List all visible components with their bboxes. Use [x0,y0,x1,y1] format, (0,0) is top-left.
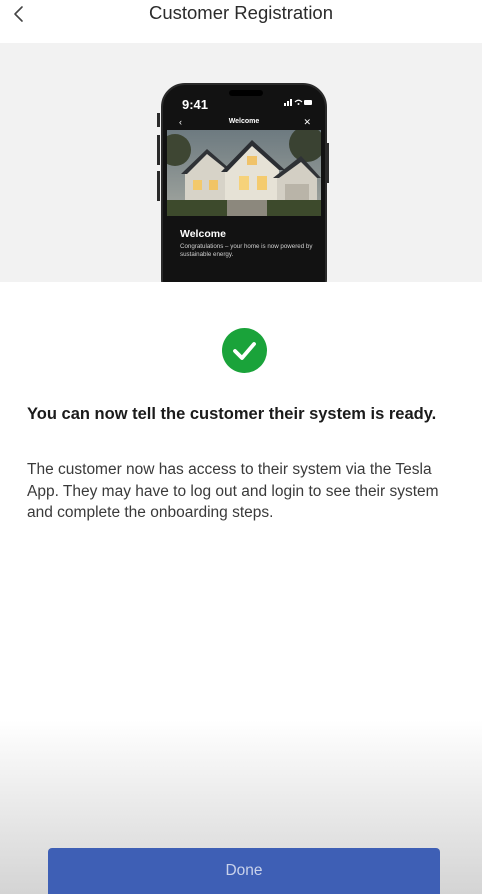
phone-welcome-heading: Welcome [180,228,226,240]
page-title: Customer Registration [148,2,334,23]
success-description: The customer now has access to their sys… [27,461,439,521]
done-button[interactable]: Done [48,848,440,894]
house-photo [167,130,321,216]
phone-status-time: 9:41 [182,97,209,112]
phone-notch [229,90,263,96]
phone-welcome-text: Congratulations – your home is now power… [180,243,313,259]
phone-close-icon: ✕ [303,117,311,127]
checkmark-icon [233,342,256,360]
phone-status-icons [284,99,312,106]
hero-image: 9:41 ‹ Welcome ✕ Welcome Congratulations… [0,43,482,282]
phone-screen-title: Welcome [228,118,260,125]
top-bar: Customer Registration [0,0,482,42]
success-heading: You can now tell the customer their syst… [27,405,437,423]
success-check-badge [222,328,267,373]
phone-nav-bar: ‹ Welcome ✕ [163,116,325,130]
phone-mockup: 9:41 ‹ Welcome ✕ Welcome Congratulations… [161,83,327,282]
